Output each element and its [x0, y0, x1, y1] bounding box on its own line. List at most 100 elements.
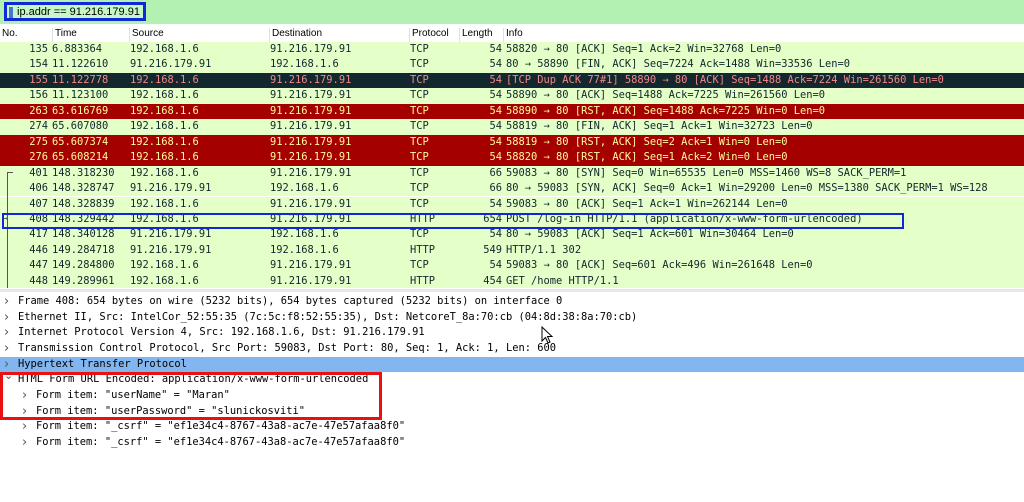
- packet-proto-cell: TCP: [410, 43, 429, 55]
- detail-text: Transmission Control Protocol, Src Port:…: [18, 341, 556, 354]
- packet-info-cell: 59083 → 80 [ACK] Seq=601 Ack=496 Win=261…: [506, 259, 813, 272]
- packet-src-cell: 192.168.1.6: [130, 166, 199, 179]
- packet-no-cell: 263: [29, 104, 48, 117]
- column-header-source[interactable]: Source: [129, 28, 164, 42]
- detail-tree-item[interactable]: › Internet Protocol Version 4, Src: 192.1…: [0, 325, 1024, 341]
- packet-time-cell: 149.284800: [52, 259, 115, 272]
- packet-time-cell: 149.284718: [52, 243, 115, 256]
- packet-dst-cell: 91.216.179.91: [270, 259, 352, 272]
- column-header-info[interactable]: Info: [503, 28, 523, 42]
- packet-dst-cell: 91.216.179.91: [270, 151, 352, 164]
- packet-dst-cell: 91.216.179.91: [270, 43, 352, 55]
- detail-tree-item[interactable]: › Frame 408: 654 bytes on wire (5232 bits…: [0, 294, 1024, 310]
- packet-len-cell: 54: [489, 259, 502, 272]
- packet-row[interactable]: 417 148.340128 91.216.179.91 192.168.1.6 TCP…: [0, 227, 1024, 243]
- packet-row[interactable]: 446 149.284718 91.216.179.91 192.168.1.6 HTT…: [0, 242, 1024, 259]
- packet-info-cell: 80 → 58890 [FIN, ACK] Seq=7224 Ack=1488 …: [506, 58, 851, 71]
- packet-src-cell: 192.168.1.6: [130, 274, 199, 287]
- chevron-right-icon[interactable]: ›: [4, 294, 9, 310]
- packet-proto-cell: TCP: [410, 104, 429, 117]
- packet-time-cell: 6.883364: [52, 43, 103, 55]
- display-filter-text[interactable]: ip.addr == 91.216.179.91: [17, 6, 140, 18]
- chevron-right-icon[interactable]: ›: [22, 435, 27, 451]
- packet-row[interactable]: 401 148.318230 192.168.1.6 91.216.179.91 TCP…: [0, 165, 1024, 181]
- form-items-highlight-box: [0, 372, 382, 420]
- packet-src-cell: 192.168.1.6: [130, 89, 199, 102]
- packet-row[interactable]: 447 149.284800 192.168.1.6 91.216.179.91 TCP…: [0, 258, 1024, 274]
- packet-proto-cell: TCP: [410, 58, 429, 71]
- packet-time-cell: 148.340128: [52, 228, 115, 241]
- conversation-bracket-start: [7, 172, 13, 173]
- display-filter-input[interactable]: ip.addr == 91.216.179.91: [4, 2, 146, 21]
- packet-dst-cell: 91.216.179.91: [270, 135, 352, 148]
- bookmark-icon[interactable]: [9, 7, 13, 18]
- packet-row[interactable]: 263 63.616769 192.168.1.6 91.216.179.91 TCP 5…: [0, 103, 1024, 120]
- packet-info-cell: 58820 → 80 [ACK] Seq=1 Ack=2 Win=32768 L…: [506, 43, 782, 55]
- packet-proto-cell: TCP: [410, 197, 429, 210]
- detail-subtree-item[interactable]: › Form item: "_csrf" = "ef1e34c4-8767-43a…: [0, 435, 1024, 451]
- packet-no-cell: 276: [29, 151, 48, 164]
- packet-row[interactable]: 135 6.883364 192.168.1.6 91.216.179.91 TCP 54…: [0, 42, 1024, 58]
- packet-time-cell: 11.123100: [52, 89, 109, 102]
- packet-src-cell: 91.216.179.91: [130, 182, 212, 195]
- chevron-right-icon[interactable]: ›: [4, 310, 9, 326]
- detail-tree-item[interactable]: › Transmission Control Protocol, Src Port…: [0, 341, 1024, 357]
- packet-proto-cell: TCP: [410, 259, 429, 272]
- packet-time-cell: 148.328747: [52, 182, 115, 195]
- packet-proto-cell: TCP: [410, 120, 429, 133]
- detail-subtree-item[interactable]: › Form item: "_csrf" = "ef1e34c4-8767-43a…: [0, 419, 1024, 435]
- packet-dst-cell: 91.216.179.91: [270, 274, 352, 287]
- packet-len-cell: 54: [489, 197, 502, 210]
- conversation-bracket: [7, 172, 8, 288]
- detail-tree-item[interactable]: › Hypertext Transfer Protocol: [0, 356, 1024, 373]
- column-header-length[interactable]: Length: [459, 28, 493, 42]
- selected-packet-highlight-box: [2, 213, 904, 229]
- packet-len-cell: 66: [489, 166, 502, 179]
- packet-row[interactable]: 448 149.289961 192.168.1.6 91.216.179.91 HTT…: [0, 273, 1024, 288]
- packet-time-cell: 148.328839: [52, 197, 115, 210]
- packet-src-cell: 91.216.179.91: [130, 228, 212, 241]
- packet-time-cell: 65.608214: [52, 151, 109, 164]
- packet-row[interactable]: 406 148.328747 91.216.179.91 192.168.1.6 TCP…: [0, 181, 1024, 197]
- display-filter-bar: ip.addr == 91.216.179.91: [0, 0, 1024, 24]
- column-header-time[interactable]: Time: [52, 28, 77, 42]
- packet-proto-cell: TCP: [410, 151, 429, 164]
- packet-info-cell: HTTP/1.1 302: [506, 243, 582, 256]
- packet-row[interactable]: 407 148.328839 192.168.1.6 91.216.179.91 TCP…: [0, 196, 1024, 212]
- packet-time-cell: 65.607080: [52, 120, 109, 133]
- packet-src-cell: 91.216.179.91: [130, 243, 212, 256]
- packet-no-cell: 274: [29, 120, 48, 133]
- packet-src-cell: 192.168.1.6: [130, 259, 199, 272]
- packet-dst-cell: 91.216.179.91: [270, 197, 352, 210]
- packet-row[interactable]: 275 65.607374 192.168.1.6 91.216.179.91 TCP 5…: [0, 134, 1024, 151]
- packet-len-cell: 454: [483, 274, 502, 287]
- pane-splitter[interactable]: [0, 289, 1024, 292]
- packet-len-cell: 54: [489, 104, 502, 117]
- detail-tree-item[interactable]: › Ethernet II, Src: IntelCor_52:55:35 (7c…: [0, 310, 1024, 326]
- column-header-no[interactable]: No.: [0, 28, 18, 42]
- packet-row[interactable]: 274 65.607080 192.168.1.6 91.216.179.91 TCP 5…: [0, 119, 1024, 135]
- packet-len-cell: 54: [489, 135, 502, 148]
- chevron-right-icon[interactable]: ›: [4, 341, 9, 357]
- packet-no-cell: 135: [29, 43, 48, 55]
- packet-row[interactable]: 156 11.123100 192.168.1.6 91.216.179.91 TCP 5…: [0, 88, 1024, 104]
- column-header-protocol[interactable]: Protocol: [409, 28, 449, 42]
- packet-row[interactable]: 276 65.608214 192.168.1.6 91.216.179.91 TCP 5…: [0, 150, 1024, 166]
- packet-row[interactable]: 155 11.122778 192.168.1.6 91.216.179.91 TCP 5…: [0, 72, 1024, 89]
- packet-proto-cell: TCP: [410, 89, 429, 102]
- detail-text: Ethernet II, Src: IntelCor_52:55:35 (7c:…: [18, 310, 638, 323]
- column-header-destination[interactable]: Destination: [269, 28, 322, 42]
- packet-row[interactable]: 154 11.122610 91.216.179.91 192.168.1.6 TCP 5…: [0, 57, 1024, 73]
- packet-info-cell: 58890 → 80 [ACK] Seq=1488 Ack=7225 Win=2…: [506, 89, 826, 102]
- packet-dst-cell: 91.216.179.91: [270, 120, 352, 133]
- packet-list: 135 6.883364 192.168.1.6 91.216.179.91 TCP 54…: [0, 42, 1024, 288]
- packet-info-cell: GET /home HTTP/1.1: [506, 274, 619, 287]
- packet-len-cell: 54: [489, 73, 502, 86]
- packet-time-cell: 65.607374: [52, 135, 109, 148]
- chevron-right-icon[interactable]: ›: [4, 325, 9, 341]
- chevron-right-icon[interactable]: ›: [22, 419, 27, 435]
- packet-proto-cell: HTTP: [410, 274, 436, 287]
- detail-text: Frame 408: 654 bytes on wire (5232 bits)…: [18, 295, 563, 307]
- packet-info-cell: [TCP Dup ACK 77#1] 58890 → 80 [ACK] Seq=…: [506, 73, 944, 86]
- packet-src-cell: 192.168.1.6: [130, 135, 199, 148]
